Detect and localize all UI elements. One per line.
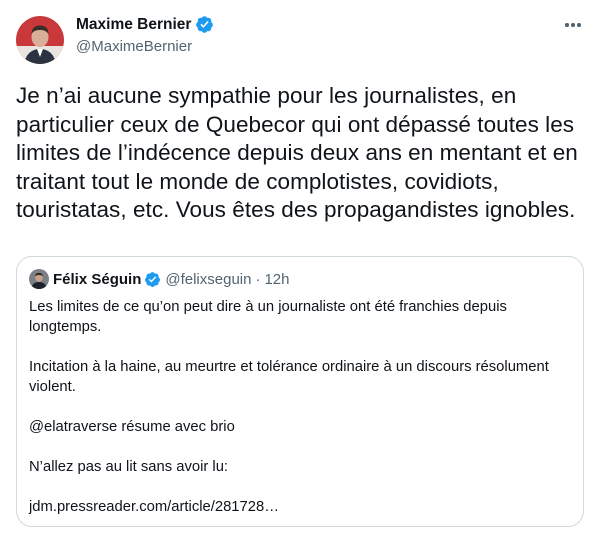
author-display-name[interactable]: Maxime Bernier [76, 16, 191, 34]
quoted-paragraph-spacer [29, 437, 573, 457]
quoted-tweet-time[interactable]: 12h [264, 271, 289, 288]
quoted-author-handle: @felixseguin [165, 270, 252, 288]
author-handle[interactable]: @MaximeBernier [76, 38, 192, 55]
quoted-paragraph-spacer [29, 337, 573, 357]
quoted-tweet-header: Félix Séguin @felixseguin · 12h [29, 269, 290, 289]
tweet: Maxime Bernier @MaximeBernier Je n’ai au… [0, 0, 600, 536]
quoted-link[interactable]: jdm.pressreader.com/article/281728… [29, 497, 573, 517]
quoted-paragraph-spacer [29, 477, 573, 497]
quoted-paragraph: N’allez pas au lit sans avoir lu: [29, 459, 229, 475]
quoted-tweet-text: Les limites de ce qu’on peut dire à un j… [29, 297, 573, 517]
quoted-author-avatar [29, 269, 49, 289]
separator-dot: · [255, 270, 261, 288]
quoted-paragraph: Les limites de ce qu’on peut dire à un j… [29, 299, 507, 335]
tweet-text: Je n’ai aucune sympathie pour les journa… [16, 83, 578, 223]
quoted-paragraph-spacer [29, 397, 573, 417]
verified-badge-icon [145, 271, 161, 287]
quoted-paragraph: Incitation à la haine, au meurtre et tol… [29, 359, 549, 395]
verified-badge-icon [196, 16, 214, 33]
more-options-button[interactable] [562, 14, 584, 36]
quoted-tweet[interactable]: Félix Séguin @felixseguin · 12h Les limi… [16, 256, 584, 527]
quoted-author-name: Félix Séguin [53, 270, 142, 288]
author-name-row: Maxime Bernier [76, 15, 214, 34]
more-horizontal-icon [565, 23, 569, 27]
quoted-paragraph: @elatraverse résume avec brio [29, 419, 235, 435]
author-avatar[interactable] [16, 16, 64, 64]
